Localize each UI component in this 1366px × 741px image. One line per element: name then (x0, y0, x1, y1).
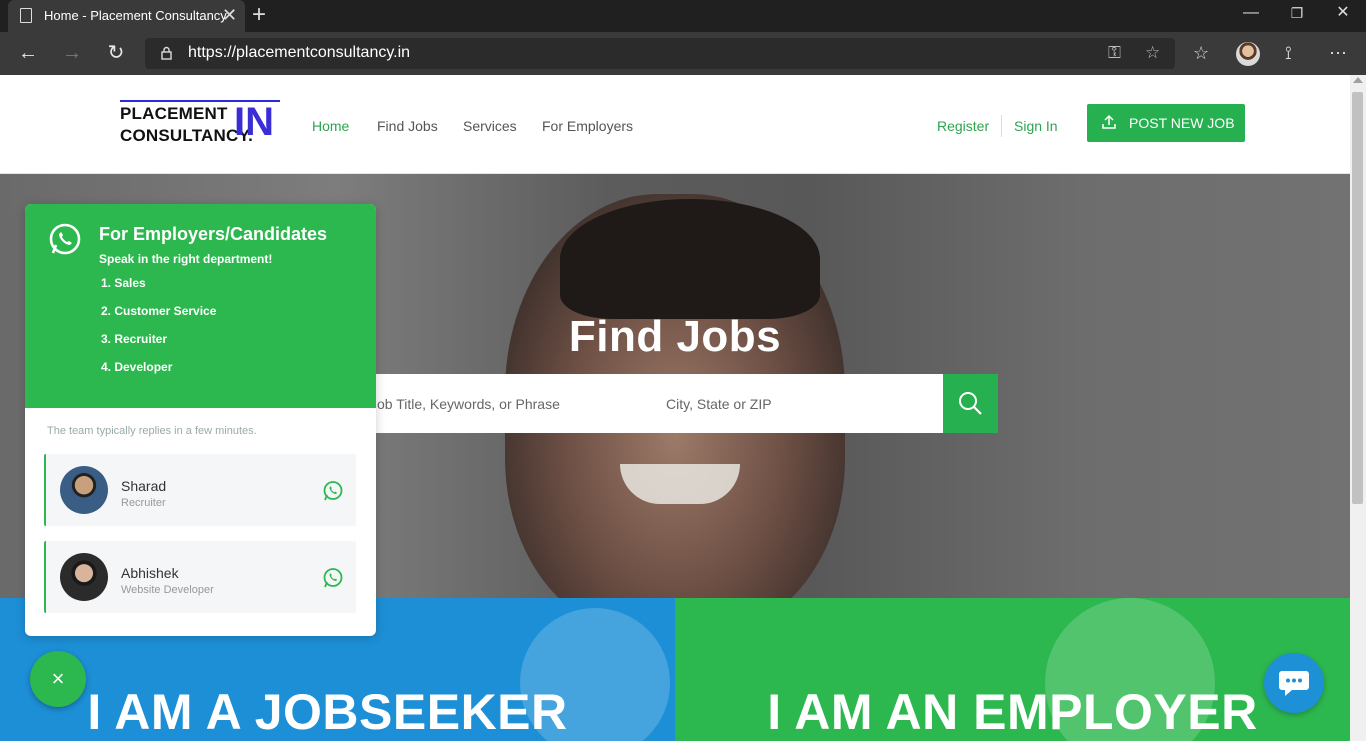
nav-find-jobs[interactable]: Find Jobs (377, 118, 438, 134)
agent-role: Recruiter (121, 497, 166, 509)
lock-icon (161, 46, 172, 60)
chat-button[interactable] (1264, 653, 1324, 713)
location-input[interactable]: City, State or ZIP (666, 396, 772, 412)
widget-title: For Employers/Candidates (99, 224, 328, 244)
close-tab-icon[interactable]: ✕ (222, 5, 237, 25)
whatsapp-icon (323, 568, 343, 588)
site-logo[interactable]: PLACEMENT CONSULTANCY. IN (120, 100, 280, 148)
search-button[interactable] (943, 374, 998, 433)
department-item: 1. Sales (101, 276, 146, 290)
reply-note: The team typically replies in a few minu… (47, 425, 257, 437)
browser-tab[interactable]: Home - Placement Consultancy ✕ (8, 0, 245, 32)
upload-icon (1102, 115, 1116, 129)
employer-banner[interactable]: I AM AN EMPLOYER (675, 598, 1350, 741)
agent-card-sharad[interactable]: Sharad Recruiter (44, 454, 356, 526)
logo-line1: PLACEMENT (120, 104, 228, 123)
more-icon[interactable]: ⋯ (1329, 42, 1347, 64)
whatsapp-close-button[interactable]: × (30, 651, 86, 707)
whatsapp-widget-header: For Employers/Candidates Speak in the ri… (25, 204, 376, 408)
whatsapp-widget: For Employers/Candidates Speak in the ri… (25, 204, 376, 636)
new-tab-plus-icon[interactable]: + (252, 2, 266, 28)
favorites-icon[interactable]: ☆ (1193, 42, 1209, 64)
window-close-icon[interactable]: ✕ (1320, 0, 1366, 32)
register-link[interactable]: Register (937, 118, 989, 134)
employer-label: I AM AN EMPLOYER (767, 684, 1258, 740)
nav-for-employers[interactable]: For Employers (542, 118, 633, 134)
job-search-bar: Job Title, Keywords, or Phrase City, Sta… (360, 374, 998, 433)
signin-link[interactable]: Sign In (1014, 118, 1058, 134)
avatar (60, 466, 108, 514)
department-item: 3. Recruiter (101, 332, 168, 346)
restore-icon[interactable]: ❐ (1274, 0, 1320, 32)
agent-card-abhishek[interactable]: Abhishek Website Developer (44, 541, 356, 613)
profile-icon[interactable] (1236, 42, 1260, 66)
agent-role: Website Developer (121, 584, 214, 596)
keyword-input[interactable]: Job Title, Keywords, or Phrase (370, 396, 560, 412)
nav-home[interactable]: Home (312, 118, 349, 134)
hero-photo-hair (560, 199, 820, 319)
tab-title: Home - Placement Consultancy (44, 8, 227, 23)
divider (1001, 115, 1002, 137)
logo-in: IN (234, 100, 274, 144)
whatsapp-icon (49, 223, 81, 255)
refresh-icon[interactable]: ↻ (104, 42, 128, 64)
jobseeker-label: I AM A JOBSEEKER (87, 684, 568, 740)
read-aloud-icon[interactable]: ⟟ (1285, 42, 1292, 64)
agent-name: Sharad (121, 478, 167, 494)
widget-subtitle: Speak in the right department! (99, 252, 273, 266)
scrollbar-thumb[interactable] (1352, 92, 1363, 504)
post-new-job-label: POST NEW JOB (1129, 115, 1235, 131)
key-icon[interactable]: ⚿ (1108, 43, 1121, 63)
document-icon (20, 8, 32, 23)
avatar (60, 553, 108, 601)
star-icon[interactable]: ☆ (1145, 43, 1160, 63)
forward-icon[interactable]: → (60, 42, 84, 64)
nav-services[interactable]: Services (463, 118, 517, 134)
site-header: PLACEMENT CONSULTANCY. IN Home Find Jobs… (0, 75, 1350, 174)
search-icon (959, 392, 982, 415)
page-scrollbar[interactable] (1350, 75, 1366, 741)
whatsapp-icon (323, 481, 343, 501)
department-item: 2. Customer Service (101, 304, 217, 318)
department-item: 4. Developer (101, 360, 173, 374)
minimize-icon[interactable]: — (1228, 0, 1274, 32)
scroll-up-arrow[interactable] (1353, 77, 1363, 83)
back-icon[interactable]: ← (16, 42, 40, 64)
post-new-job-button[interactable]: POST NEW JOB (1087, 104, 1245, 142)
agent-name: Abhishek (121, 565, 179, 581)
address-bar[interactable]: https://placementconsultancy.in ⚿ ☆ (145, 38, 1175, 69)
browser-tab-bar: Home - Placement Consultancy ✕ + — ❐ ✕ (0, 0, 1366, 32)
chat-icon (1279, 671, 1309, 696)
browser-toolbar: ← → ↻ https://placementconsultancy.in ⚿ … (0, 32, 1366, 75)
url-text: https://placementconsultancy.in (188, 44, 411, 61)
